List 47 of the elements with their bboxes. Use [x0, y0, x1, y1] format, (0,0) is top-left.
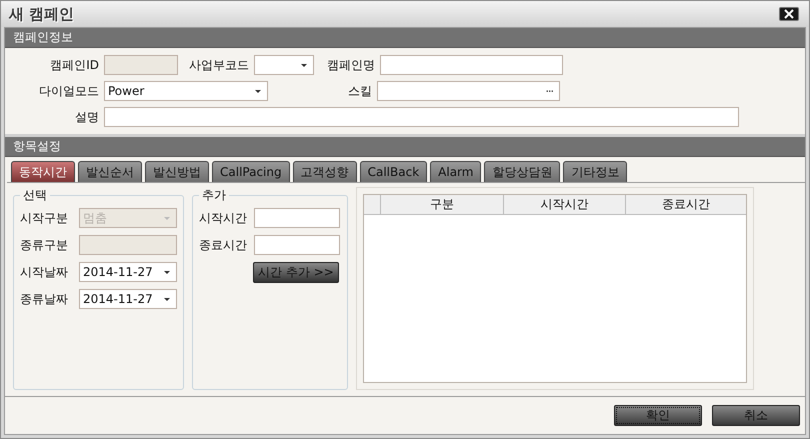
- window-title: 새 캠페인: [9, 4, 74, 24]
- field-label: 시작날짜: [20, 264, 69, 280]
- caret-icon: [164, 298, 170, 300]
- caret-icon: [164, 270, 170, 274]
- field-label: 스킬: [347, 82, 372, 100]
- tab[interactable]: Alarm: [430, 161, 482, 182]
- field-label: 캠페인ID: [49, 56, 99, 74]
- field-label: 다이얼모드: [38, 82, 99, 100]
- field-label: 시작구분: [20, 210, 69, 226]
- caret-icon: [255, 90, 261, 92]
- caret-icon: [164, 216, 170, 220]
- tab[interactable]: 기타정보: [563, 161, 628, 182]
- business-code-dropdown[interactable]: [254, 55, 314, 75]
- caret-icon: [301, 64, 307, 66]
- close-icon[interactable]: [779, 7, 799, 21]
- column-header[interactable]: 시작시간: [504, 195, 626, 214]
- field-label: 종료시간: [199, 236, 248, 254]
- tab[interactable]: 발신방법: [145, 161, 209, 182]
- dropdown[interactable]: 2014-11-27: [79, 262, 177, 282]
- column-header[interactable]: 종료시간: [626, 195, 746, 214]
- campaign-name-field[interactable]: [380, 55, 563, 75]
- dialog-button[interactable]: 확인: [614, 405, 702, 426]
- field-label: 종류구분: [20, 236, 69, 254]
- skill-field[interactable]: ···: [377, 81, 560, 101]
- field-label: 시작시간: [199, 210, 248, 226]
- section-header: 항목설정: [5, 134, 805, 157]
- dropdown[interactable]: 2014-11-27: [79, 289, 177, 309]
- tab[interactable]: CallPacing: [212, 161, 290, 182]
- description-field[interactable]: [104, 107, 739, 127]
- tab[interactable]: 발신순서: [78, 161, 142, 182]
- section-header: 캠페인정보: [5, 28, 805, 48]
- field-label: 설명: [74, 108, 99, 126]
- field-label: 캠페인명: [326, 56, 375, 74]
- dial-mode-dropdown[interactable]: Power: [104, 81, 268, 101]
- time-field[interactable]: [254, 235, 340, 255]
- time-field[interactable]: [254, 208, 340, 228]
- column-header[interactable]: 구분: [381, 195, 504, 214]
- dialog-button[interactable]: 취소: [712, 405, 800, 426]
- tab[interactable]: 할당상담원: [484, 161, 560, 182]
- group-title: 추가: [201, 187, 227, 204]
- add-time-button[interactable]: 시간 추가 >>: [253, 262, 339, 283]
- tab[interactable]: 동작시간: [11, 161, 75, 182]
- tab[interactable]: CallBack: [360, 161, 428, 182]
- tab[interactable]: 고객성향: [292, 161, 357, 182]
- field-label: 사업부코드: [188, 56, 249, 74]
- group-title: 선택: [22, 187, 48, 204]
- field-label: 종류날짜: [20, 290, 69, 308]
